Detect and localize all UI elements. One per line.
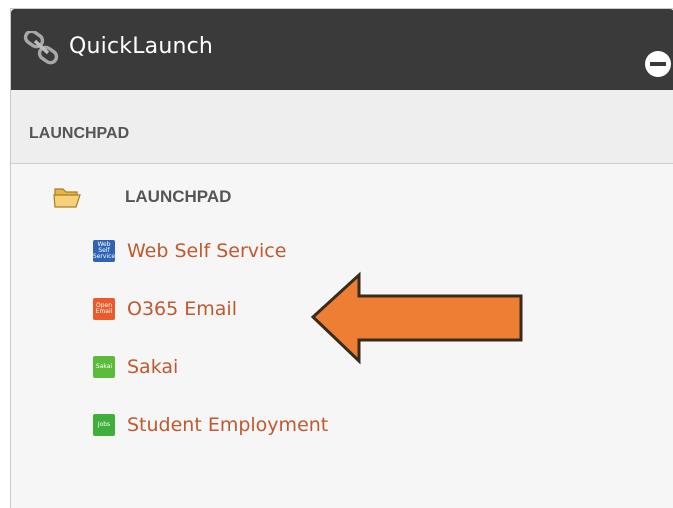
app-label[interactable]: O365 Email bbox=[127, 297, 237, 321]
email-icon: Open Email bbox=[93, 298, 115, 320]
app-label[interactable]: Sakai bbox=[127, 355, 178, 379]
open-folder-icon bbox=[53, 188, 81, 208]
panel-header: QuickLaunch bbox=[11, 9, 673, 90]
chain-link-icon bbox=[23, 31, 59, 65]
panel-title: QuickLaunch bbox=[69, 34, 214, 59]
section-label: LAUNCHPAD bbox=[29, 125, 130, 142]
sakai-icon: Sakai bbox=[93, 356, 115, 378]
app-label[interactable]: Student Employment bbox=[127, 413, 328, 437]
quicklaunch-panel: QuickLaunch LAUNCHPAD LAUNCHPAD Web Self… bbox=[10, 8, 673, 508]
minus-circle-icon[interactable] bbox=[645, 51, 671, 77]
folder-label: LAUNCHPAD bbox=[125, 187, 232, 206]
web-self-service-icon: Web Self Service bbox=[92, 240, 116, 262]
jobs-icon: Jobs bbox=[93, 414, 115, 436]
pointer-arrow-icon bbox=[311, 271, 523, 365]
section-header[interactable]: LAUNCHPAD bbox=[11, 90, 673, 164]
app-label[interactable]: Web Self Service bbox=[127, 239, 286, 263]
